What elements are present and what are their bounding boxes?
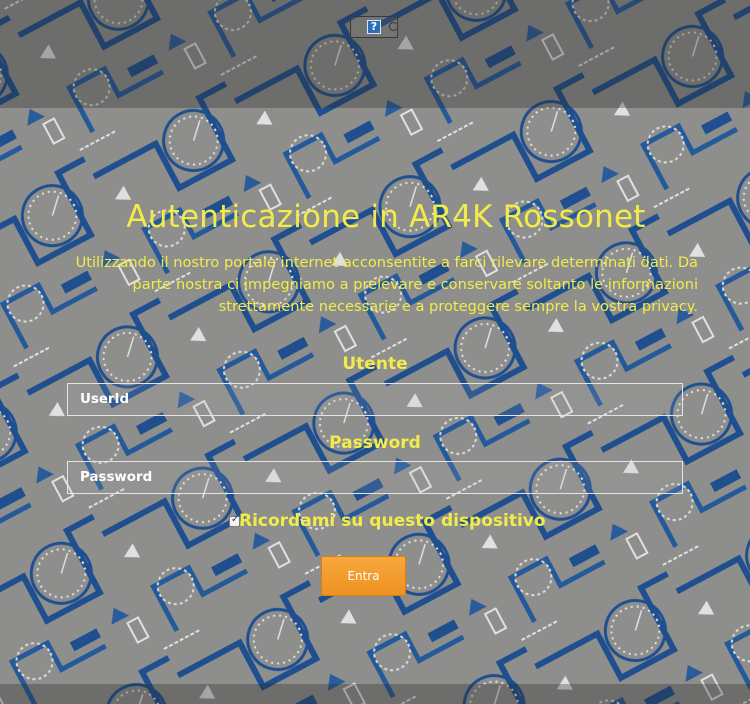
login-button[interactable]: Entra — [321, 556, 406, 596]
privacy-notice: Utilizzando il nostro portale internet a… — [75, 254, 698, 315]
user-label: Utente — [342, 354, 408, 374]
circle-icon[interactable] — [389, 22, 398, 31]
footer-band — [0, 684, 750, 704]
help-icon[interactable]: ? — [367, 20, 381, 34]
password-label: Password — [329, 433, 421, 453]
password-input[interactable] — [67, 461, 683, 494]
page-title: Autenticazione in AR4K Rossonet — [126, 198, 646, 235]
header-toolbar: ? — [350, 16, 398, 38]
userid-input[interactable] — [67, 383, 683, 416]
remember-me-label: Ricordami su questo dispositivo — [239, 511, 546, 531]
